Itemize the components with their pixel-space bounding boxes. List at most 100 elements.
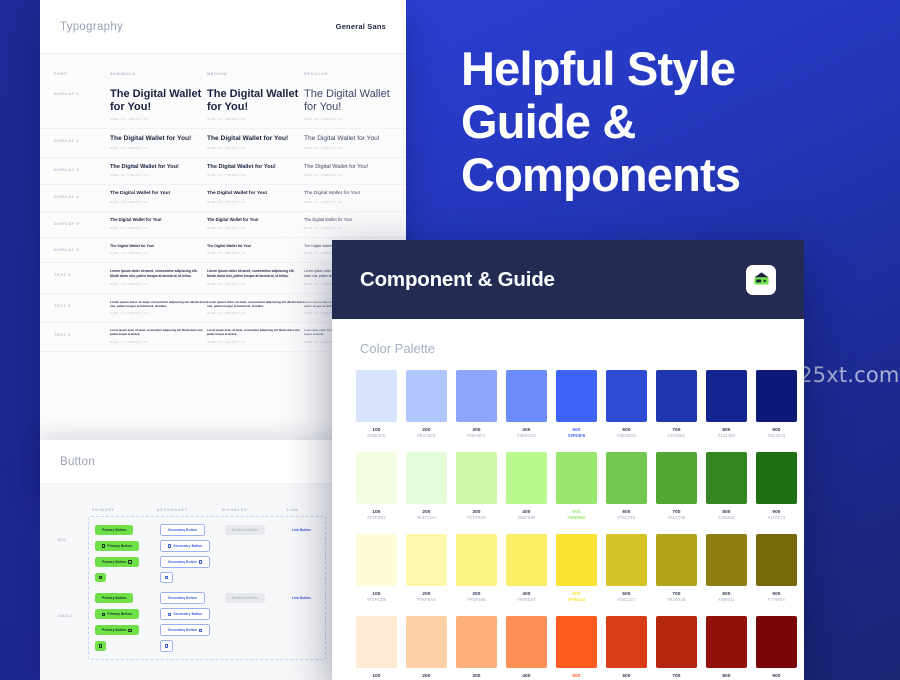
color-swatch[interactable]: 300#FDF486 xyxy=(456,534,497,602)
typography-sample-text: The Digital Wallet for You! xyxy=(207,135,304,143)
color-swatch[interactable]: 500#F9E434 xyxy=(556,534,597,602)
color-swatch[interactable]: 100#D8E3FE xyxy=(356,370,397,438)
color-swatch[interactable]: 500#FC5B20 xyxy=(556,616,597,680)
color-swatch-chip[interactable] xyxy=(706,452,747,504)
primary-button[interactable]: Primary Button xyxy=(95,541,139,551)
color-swatch[interactable]: 500#3F63F6 xyxy=(556,370,597,438)
color-swatch-hex: #B3A21B xyxy=(656,597,697,602)
color-swatch-chip[interactable] xyxy=(556,616,597,668)
color-swatch[interactable]: 200#B2C6FE xyxy=(406,370,447,438)
color-swatch[interactable]: 600#D83D17 xyxy=(606,616,647,680)
color-swatch-chip[interactable] xyxy=(506,452,547,504)
color-swatch[interactable]: 600#2E4BD3 xyxy=(606,370,647,438)
color-swatch[interactable]: 700#B52610 xyxy=(656,616,697,680)
color-swatch-chip[interactable] xyxy=(606,452,647,504)
color-swatch[interactable]: 300#8DA6FC xyxy=(456,370,497,438)
color-swatch-chip[interactable] xyxy=(456,616,497,668)
color-swatch-chip[interactable] xyxy=(606,534,647,586)
color-swatch[interactable]: 100#F3FDE2 xyxy=(356,452,397,520)
color-swatch-chip[interactable] xyxy=(756,616,797,668)
color-swatch-chip[interactable] xyxy=(356,370,397,422)
color-swatch-chip[interactable] xyxy=(456,452,497,504)
color-swatch[interactable]: 900#77680A xyxy=(756,534,797,602)
color-swatch-chip[interactable] xyxy=(656,452,697,504)
color-swatch[interactable]: 200#FED0A5 xyxy=(406,616,447,680)
link-button[interactable]: Link Button xyxy=(290,525,313,535)
color-swatch[interactable]: 700#B3A21B xyxy=(656,534,697,602)
color-swatch[interactable]: 300#FEAF79 xyxy=(456,616,497,680)
typography-sample-cell: The Digital Wallet for You!SIZE: 24 | HE… xyxy=(207,218,304,230)
secondary-button[interactable] xyxy=(160,640,173,651)
color-swatch[interactable]: 600#D6C327 xyxy=(606,534,647,602)
color-swatch-chip[interactable] xyxy=(406,616,447,668)
color-swatch[interactable]: 700#51A736 xyxy=(656,452,697,520)
color-swatch-chip[interactable] xyxy=(556,452,597,504)
color-swatch-chip[interactable] xyxy=(506,534,547,586)
secondary-button[interactable]: Secondary Button xyxy=(160,624,210,636)
color-swatch-chip[interactable] xyxy=(606,616,647,668)
color-swatch-chip[interactable] xyxy=(556,534,597,586)
color-swatch[interactable]: 400#FBEE67 xyxy=(506,534,547,602)
color-swatch-chip[interactable] xyxy=(506,370,547,422)
color-swatch[interactable]: 700#1F36B1 xyxy=(656,370,697,438)
color-swatch-chip[interactable] xyxy=(456,370,497,422)
color-swatch-chip[interactable] xyxy=(656,370,697,422)
color-swatch[interactable]: 900#0C1876 xyxy=(756,370,797,438)
secondary-button[interactable]: Secondary Button xyxy=(160,592,205,604)
color-swatch-chip[interactable] xyxy=(706,370,747,422)
secondary-button[interactable]: Secondary Button xyxy=(160,556,210,568)
primary-button[interactable]: Primary Button xyxy=(95,593,133,603)
color-swatch-chip[interactable] xyxy=(406,534,447,586)
primary-button[interactable]: Primary Button xyxy=(95,625,139,635)
color-swatch-chip[interactable] xyxy=(656,534,697,586)
color-swatch-chip[interactable] xyxy=(656,616,697,668)
color-swatch-chip[interactable] xyxy=(356,452,397,504)
color-swatch-chip[interactable] xyxy=(456,534,497,586)
button-cell-secondary: Secondary Button xyxy=(160,524,225,536)
primary-button[interactable] xyxy=(95,641,106,650)
secondary-button[interactable] xyxy=(160,572,173,583)
color-swatch[interactable]: 500#99E86D xyxy=(556,452,597,520)
secondary-button[interactable]: Secondary Button xyxy=(160,608,210,620)
color-swatch[interactable]: 800#14248E xyxy=(706,370,747,438)
typography-row-label: DISPLAY 1 xyxy=(54,88,110,96)
color-swatch-chip[interactable] xyxy=(556,370,597,422)
color-swatch[interactable]: 800#348622 xyxy=(706,452,747,520)
color-swatch[interactable]: 400#6E8CF9 xyxy=(506,370,547,438)
color-swatch[interactable]: 100#FEFCD6 xyxy=(356,534,397,602)
color-swatch[interactable]: 100#FEEAD2 xyxy=(356,616,397,680)
color-swatch[interactable]: 800#908011 xyxy=(706,534,747,602)
link-button[interactable]: Link Button xyxy=(290,593,313,603)
color-swatch[interactable]: 900#1F6F14 xyxy=(756,452,797,520)
primary-button[interactable]: Primary Button xyxy=(95,525,133,535)
color-swatch[interactable]: 600#73C74E xyxy=(606,452,647,520)
color-swatch-chip[interactable] xyxy=(756,370,797,422)
color-swatch[interactable]: 200#E4FCDA xyxy=(406,452,447,520)
button-cell-disabled: Disabled Button xyxy=(225,593,290,603)
color-swatch-chip[interactable] xyxy=(406,452,447,504)
color-swatch[interactable]: 800#92120A xyxy=(706,616,747,680)
color-swatch-chip[interactable] xyxy=(356,616,397,668)
color-swatch[interactable]: 900#780607 xyxy=(756,616,797,680)
typography-sample-text: The Digital Wallet for You! xyxy=(304,218,401,223)
primary-button[interactable] xyxy=(95,573,106,582)
color-swatch[interactable]: 300#CFF9A8 xyxy=(456,452,497,520)
color-swatch-chip[interactable] xyxy=(606,370,647,422)
color-swatch-chip[interactable] xyxy=(406,370,447,422)
color-swatch-chip[interactable] xyxy=(756,534,797,586)
color-swatch[interactable]: 400#FD8F57 xyxy=(506,616,547,680)
color-swatch[interactable]: 400#B9F990 xyxy=(506,452,547,520)
color-swatch-hex: #77680A xyxy=(756,597,797,602)
secondary-button[interactable]: Secondary Button xyxy=(160,540,210,552)
primary-button[interactable]: Primary Button xyxy=(95,609,139,619)
primary-button[interactable]: Primary Button xyxy=(95,557,139,567)
color-swatch-chip[interactable] xyxy=(756,452,797,504)
secondary-button[interactable]: Secondary Button xyxy=(160,524,205,536)
headline-line-1: Helpful Style xyxy=(461,42,881,95)
color-swatch-chip[interactable] xyxy=(506,616,547,668)
color-swatch-chip[interactable] xyxy=(356,534,397,586)
color-swatch-chip[interactable] xyxy=(706,534,747,586)
color-swatch[interactable]: 200#FEF9AE xyxy=(406,534,447,602)
wallet-icon[interactable] xyxy=(746,265,776,295)
color-swatch-chip[interactable] xyxy=(706,616,747,668)
